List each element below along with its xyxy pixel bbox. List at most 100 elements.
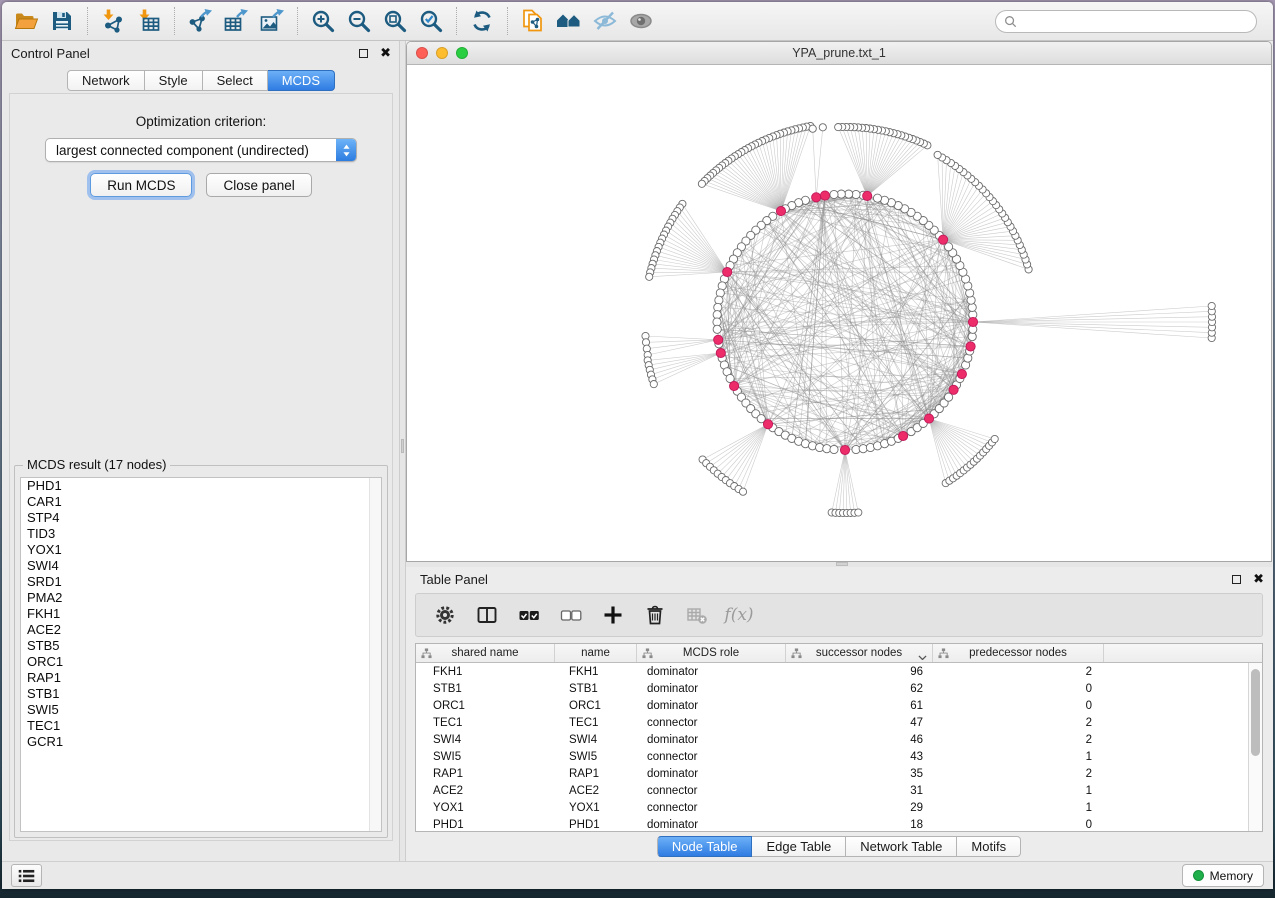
- mcds-result-item[interactable]: STB1: [21, 686, 381, 702]
- table-cell: connector: [637, 785, 786, 797]
- table-row[interactable]: PHD1PHD1dominator180: [416, 816, 1248, 831]
- column-header-successor-nodes[interactable]: successor nodes: [786, 644, 933, 662]
- column-header-filler: [1104, 644, 1262, 662]
- criterion-dropdown[interactable]: largest connected component (undirected): [45, 138, 357, 162]
- mcds-list-scrollbar[interactable]: [369, 478, 381, 831]
- mcds-result-item[interactable]: CAR1: [21, 494, 381, 510]
- export-network-button[interactable]: [182, 5, 218, 37]
- table-panel: Table Panel ✖ f(x) shared namenameMCDS r…: [406, 567, 1272, 861]
- zoom-in-button[interactable]: [305, 5, 341, 37]
- mcds-result-list[interactable]: PHD1CAR1STP4TID3YOX1SWI4SRD1PMA2FKH1ACE2…: [20, 477, 382, 832]
- vertical-splitter-handle[interactable]: [401, 439, 404, 453]
- export-image-button[interactable]: [254, 5, 290, 37]
- table-cell: 29: [786, 802, 933, 814]
- vertical-splitter[interactable]: [399, 41, 406, 861]
- tab-network-table[interactable]: Network Table: [846, 836, 957, 857]
- zoom-selected-button[interactable]: [413, 5, 449, 37]
- settings-gear-button[interactable]: [430, 600, 460, 630]
- column-header-shared-name[interactable]: shared name: [416, 644, 555, 662]
- mcds-result-item[interactable]: PMA2: [21, 590, 381, 606]
- tab-mcds[interactable]: MCDS: [268, 70, 335, 91]
- delete-column-button[interactable]: [640, 600, 670, 630]
- memory-button[interactable]: Memory: [1182, 864, 1264, 887]
- table-row[interactable]: ORC1ORC1dominator610: [416, 697, 1248, 714]
- table-cell: ACE2: [555, 785, 637, 797]
- deselect-all-icon: [560, 604, 582, 626]
- table-row[interactable]: SWI5SWI5connector431: [416, 748, 1248, 765]
- delete-table-button: [682, 600, 712, 630]
- mcds-result-item[interactable]: RAP1: [21, 670, 381, 686]
- task-history-button[interactable]: [11, 864, 42, 887]
- table-row[interactable]: YOX1YOX1connector291: [416, 799, 1248, 816]
- search-box[interactable]: [995, 10, 1257, 33]
- search-input[interactable]: [1022, 14, 1248, 28]
- mcds-result-item[interactable]: TID3: [21, 526, 381, 542]
- mcds-result-item[interactable]: SWI4: [21, 558, 381, 574]
- mcds-result-item[interactable]: YOX1: [21, 542, 381, 558]
- run-mcds-button[interactable]: Run MCDS: [90, 173, 192, 197]
- mcds-result-item[interactable]: STB5: [21, 638, 381, 654]
- split-panel-button[interactable]: [472, 600, 502, 630]
- tab-style[interactable]: Style: [145, 70, 203, 91]
- import-table-button[interactable]: [131, 5, 167, 37]
- float-table-panel-icon[interactable]: [1232, 575, 1241, 584]
- float-panel-icon[interactable]: [359, 49, 368, 58]
- refresh-button[interactable]: [464, 5, 500, 37]
- zoom-fit-icon: [382, 8, 408, 34]
- add-column-button[interactable]: [598, 600, 628, 630]
- tab-edge-table[interactable]: Edge Table: [752, 836, 846, 857]
- select-all-icon: [518, 604, 540, 626]
- import-network-button[interactable]: [95, 5, 131, 37]
- mcds-result-item[interactable]: TEC1: [21, 718, 381, 734]
- zoom-out-button[interactable]: [341, 5, 377, 37]
- mcds-result-item[interactable]: GCR1: [21, 734, 381, 750]
- table-cell: ACE2: [416, 785, 555, 797]
- table-row[interactable]: STB1STB1dominator620: [416, 680, 1248, 697]
- mcds-result-item[interactable]: FKH1: [21, 606, 381, 622]
- mcds-result-item[interactable]: SWI5: [21, 702, 381, 718]
- close-panel-icon[interactable]: ✖: [380, 48, 391, 58]
- table-cell: SWI4: [555, 734, 637, 746]
- show-all-eye-button[interactable]: [623, 5, 659, 37]
- horizontal-splitter-handle[interactable]: [836, 562, 848, 566]
- zoom-fit-button[interactable]: [377, 5, 413, 37]
- mcds-result-item[interactable]: ORC1: [21, 654, 381, 670]
- document-share-button[interactable]: [515, 5, 551, 37]
- table-row[interactable]: ACE2ACE2connector311: [416, 782, 1248, 799]
- export-table-button[interactable]: [218, 5, 254, 37]
- save-floppy-button[interactable]: [44, 5, 80, 37]
- houses-button[interactable]: [551, 5, 587, 37]
- column-header-predecessor-nodes[interactable]: predecessor nodes: [933, 644, 1104, 662]
- table-panel-tabs: Node TableEdge TableNetwork TableMotifs: [406, 836, 1272, 857]
- network-canvas[interactable]: [407, 65, 1271, 561]
- mcds-result-item[interactable]: SRD1: [21, 574, 381, 590]
- dropdown-arrows-icon: [336, 139, 356, 161]
- select-all-button[interactable]: [514, 600, 544, 630]
- table-scrollbar[interactable]: [1248, 663, 1262, 831]
- column-header-MCDS-role[interactable]: MCDS role: [637, 644, 786, 662]
- column-header-name[interactable]: name: [555, 644, 637, 662]
- mcds-result-item[interactable]: ACE2: [21, 622, 381, 638]
- table-row[interactable]: SWI4SWI4dominator462: [416, 731, 1248, 748]
- tab-node-table[interactable]: Node Table: [657, 836, 753, 857]
- export-network-icon: [187, 8, 213, 34]
- mcds-result-item[interactable]: PHD1: [21, 478, 381, 494]
- close-table-panel-icon[interactable]: ✖: [1253, 574, 1264, 584]
- hide-selected-eye-button[interactable]: [587, 5, 623, 37]
- import-table-icon: [136, 8, 162, 34]
- houses-icon: [556, 8, 582, 34]
- mcds-result-item[interactable]: STP4: [21, 510, 381, 526]
- tab-network[interactable]: Network: [67, 70, 145, 91]
- tab-motifs[interactable]: Motifs: [957, 836, 1021, 857]
- table-row[interactable]: TEC1TEC1connector472: [416, 714, 1248, 731]
- close-panel-button[interactable]: Close panel: [206, 173, 311, 197]
- table-cell: SWI4: [416, 734, 555, 746]
- tab-select[interactable]: Select: [203, 70, 268, 91]
- table-row[interactable]: FKH1FKH1dominator962: [416, 663, 1248, 680]
- deselect-all-button[interactable]: [556, 600, 586, 630]
- table-row[interactable]: RAP1RAP1dominator352: [416, 765, 1248, 782]
- table-cell: YOX1: [555, 802, 637, 814]
- table-scrollbar-thumb[interactable]: [1251, 669, 1260, 756]
- open-folder-button[interactable]: [8, 5, 44, 37]
- toolbar-separator: [456, 7, 457, 35]
